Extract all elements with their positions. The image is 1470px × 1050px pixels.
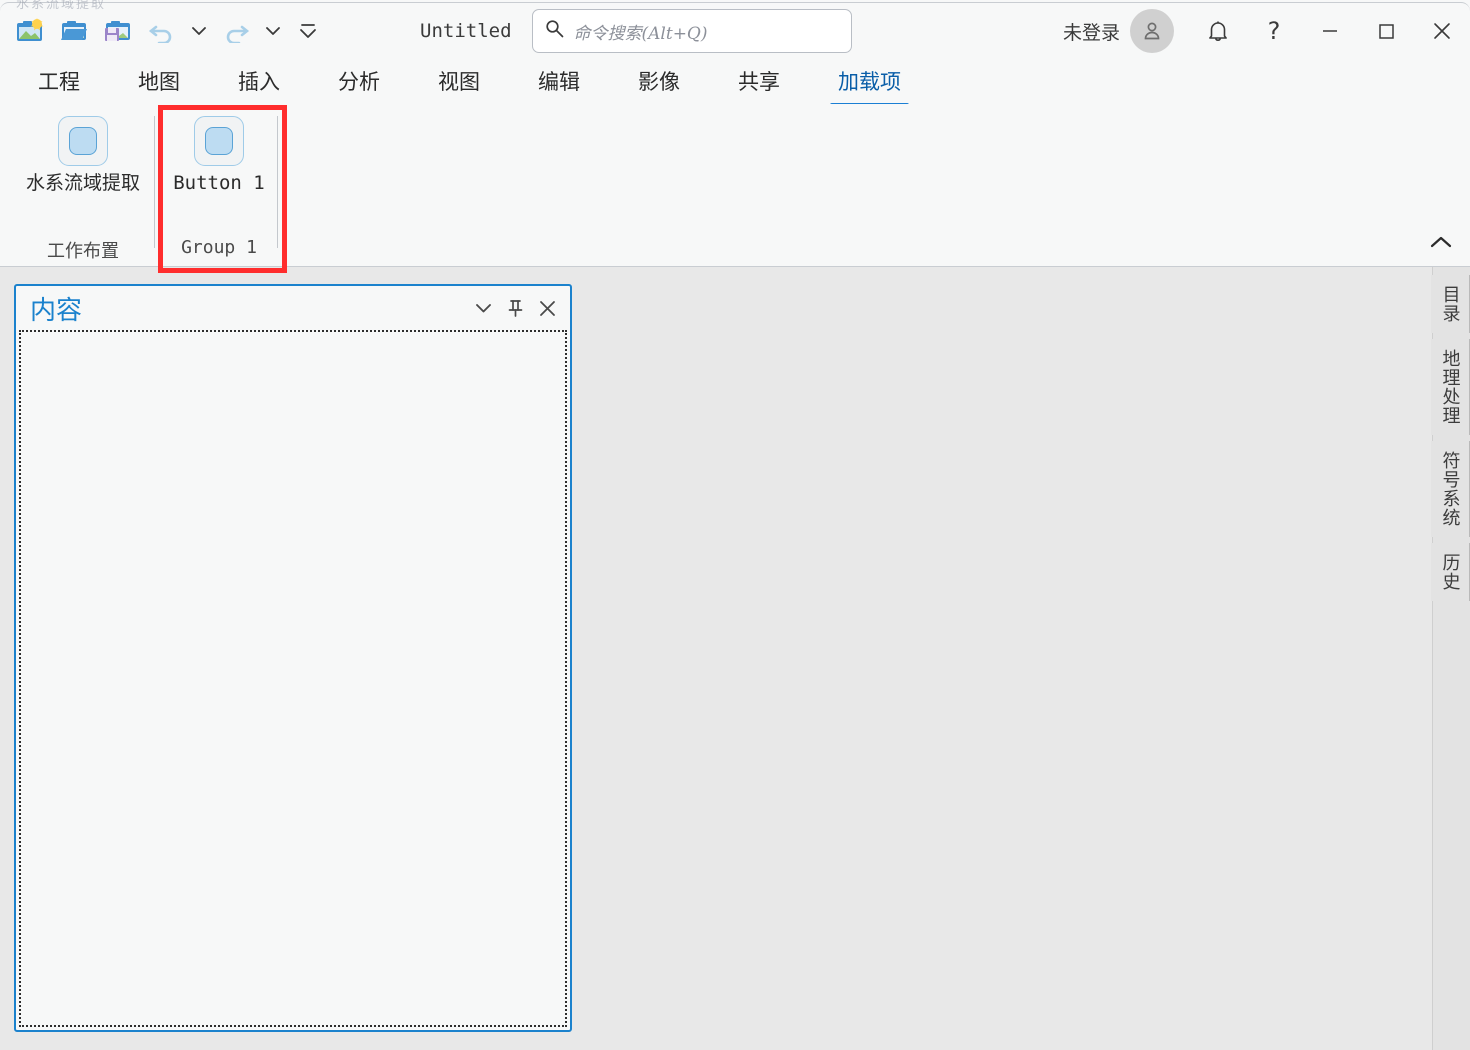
ribbon-tab-analysis[interactable]: 分析 [324, 62, 394, 104]
ribbon-group-label-worklayout: 工作布置 [47, 241, 119, 262]
contents-pane: 内容 [14, 284, 572, 1032]
help-button[interactable]: ? [1246, 3, 1302, 59]
ghost-overflow-text: 水系流域提取 [16, 0, 107, 11]
search-input[interactable]: 命令搜索(Alt+Q) [574, 19, 708, 44]
new-project-icon[interactable] [8, 9, 52, 53]
dock-tab-geoprocessing[interactable]: 地理处理 [1430, 339, 1470, 435]
ribbon-group-label-group1: Group 1 [181, 237, 257, 258]
close-button[interactable] [1414, 3, 1470, 59]
rounded-square-icon [194, 116, 244, 166]
ribbon-group-separator [154, 116, 155, 248]
undo-icon[interactable] [140, 9, 184, 53]
dock-tab-catalog[interactable]: 目录 [1430, 275, 1470, 333]
notifications-button[interactable] [1190, 3, 1246, 59]
ribbon-group-worklayout: 水系流域提取 工作布置 [14, 104, 152, 267]
contents-pane-header: 内容 [16, 286, 570, 330]
rounded-square-icon [58, 116, 108, 166]
document-title: Untitled [420, 20, 512, 42]
pane-menu-icon[interactable] [468, 293, 498, 323]
ribbon-button-button1[interactable]: Button 1 [169, 112, 269, 195]
chevron-up-icon[interactable] [1424, 228, 1458, 256]
contents-pane-actions [468, 293, 562, 323]
account-status-label[interactable]: 未登录 [1063, 18, 1120, 45]
ribbon-tab-imagery[interactable]: 影像 [624, 62, 694, 104]
ribbon-group-group1: Button 1 Group 1 [163, 104, 275, 267]
ribbon-button-label: 水系流域提取 [25, 172, 140, 194]
ribbon-tab-project[interactable]: 工程 [24, 62, 94, 104]
pane-pin-icon[interactable] [500, 293, 530, 323]
quick-access-toolbar [8, 9, 328, 53]
search-icon [545, 19, 564, 43]
redo-icon[interactable] [214, 9, 258, 53]
command-search-box[interactable]: 命令搜索(Alt+Q) [531, 9, 852, 53]
ribbon-tab-map[interactable]: 地图 [124, 62, 194, 104]
save-project-icon[interactable] [96, 9, 140, 53]
dock-tab-history[interactable]: 历史 [1430, 543, 1470, 601]
maximize-button[interactable] [1358, 3, 1414, 59]
minimize-button[interactable] [1302, 3, 1358, 59]
ribbon-tab-strip: 工程 地图 插入 分析 视图 编辑 影像 共享 加载项 [0, 62, 1470, 107]
ribbon-tab-addins[interactable]: 加载项 [824, 62, 915, 107]
contents-pane-title: 内容 [30, 295, 83, 326]
open-project-icon[interactable] [52, 9, 96, 53]
ribbon-tab-edit[interactable]: 编辑 [524, 62, 594, 104]
dock-tab-symbology[interactable]: 符号系统 [1430, 441, 1470, 537]
title-bar: 水系流域提取 Untitled 命令搜索(Alt+Q) 未登录 ? [0, 0, 1470, 62]
ribbon-button-label: Button 1 [173, 172, 265, 194]
customize-qat-icon[interactable] [288, 9, 328, 53]
ribbon-tab-share[interactable]: 共享 [724, 62, 794, 104]
ribbon-panel: 水系流域提取 工作布置 Button 1 Group 1 [0, 104, 1470, 267]
avatar[interactable] [1130, 9, 1174, 53]
right-dock-tabs: 目录 地理处理 符号系统 历史 [1430, 267, 1470, 1050]
contents-pane-body[interactable] [19, 330, 567, 1027]
application-window: 水系流域提取 Untitled 命令搜索(Alt+Q) 未登录 ? 工程 地图 … [0, 0, 1470, 1050]
undo-dropdown-icon[interactable] [184, 9, 214, 53]
redo-dropdown-icon[interactable] [258, 9, 288, 53]
pane-close-icon[interactable] [532, 293, 562, 323]
ribbon-group-separator [277, 116, 278, 248]
titlebar-right-cluster: 未登录 ? [1063, 0, 1470, 62]
ribbon-tab-insert[interactable]: 插入 [224, 62, 294, 104]
help-glyph: ? [1267, 17, 1281, 45]
main-workspace: 内容 目录 地理处理 符号系统 历史 [0, 267, 1470, 1050]
ribbon-button-watershed-extraction[interactable]: 水系流域提取 [17, 112, 149, 195]
ribbon-tab-view[interactable]: 视图 [424, 62, 494, 104]
